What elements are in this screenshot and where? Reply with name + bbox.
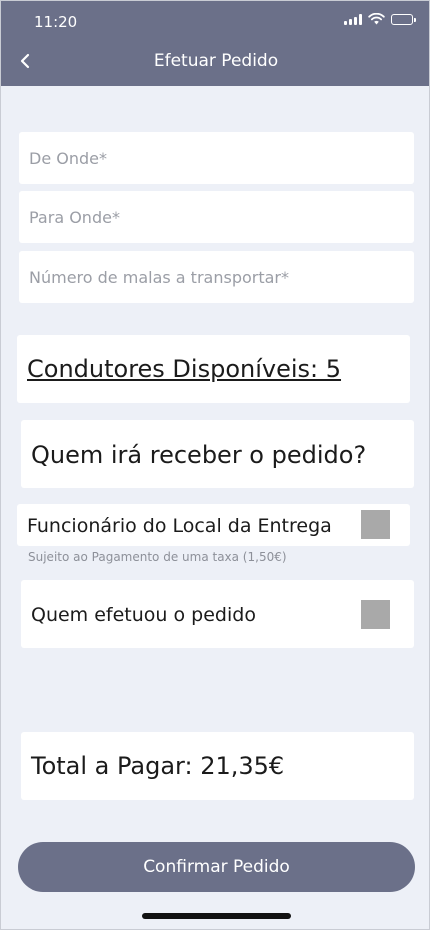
to-input[interactable] — [19, 191, 414, 243]
page-title: Efetuar Pedido — [153, 51, 279, 71]
confirm-order-button[interactable]: Confirmar Pedido — [18, 842, 415, 892]
status-icons — [344, 13, 416, 25]
wifi-icon — [368, 13, 385, 25]
receiver-question: Quem irá receber o pedido? — [31, 441, 367, 469]
delivery-staff-checkbox[interactable] — [361, 510, 390, 539]
option-delivery-staff-label: Funcionário do Local da Entrega — [27, 515, 332, 537]
available-drivers-link[interactable]: Condutores Disponíveis: 5 — [27, 355, 341, 383]
order-screen: 11:20 Efetuar Pedido Condutores Disponív… — [0, 0, 430, 930]
home-indicator[interactable] — [142, 913, 291, 919]
bags-input[interactable] — [19, 251, 414, 303]
battery-icon — [391, 13, 416, 25]
from-input[interactable] — [19, 132, 414, 184]
option-requester[interactable]: Quem efetuou o pedido — [21, 580, 414, 648]
signal-icon — [344, 13, 362, 25]
status-time: 11:20 — [34, 13, 78, 31]
total-card: Total a Pagar: 21,35€ — [21, 732, 414, 800]
receiver-question-card: Quem irá receber o pedido? — [21, 420, 414, 488]
header-bar: 11:20 Efetuar Pedido — [1, 1, 429, 86]
option-delivery-staff[interactable]: Funcionário do Local da Entrega — [17, 504, 410, 546]
total-amount: Total a Pagar: 21,35€ — [31, 752, 285, 780]
requester-checkbox[interactable] — [361, 600, 390, 629]
drivers-card: Condutores Disponíveis: 5 — [17, 335, 410, 403]
fee-note: Sujeito ao Pagamento de uma taxa (1,50€) — [28, 550, 287, 564]
option-requester-label: Quem efetuou o pedido — [31, 604, 256, 626]
